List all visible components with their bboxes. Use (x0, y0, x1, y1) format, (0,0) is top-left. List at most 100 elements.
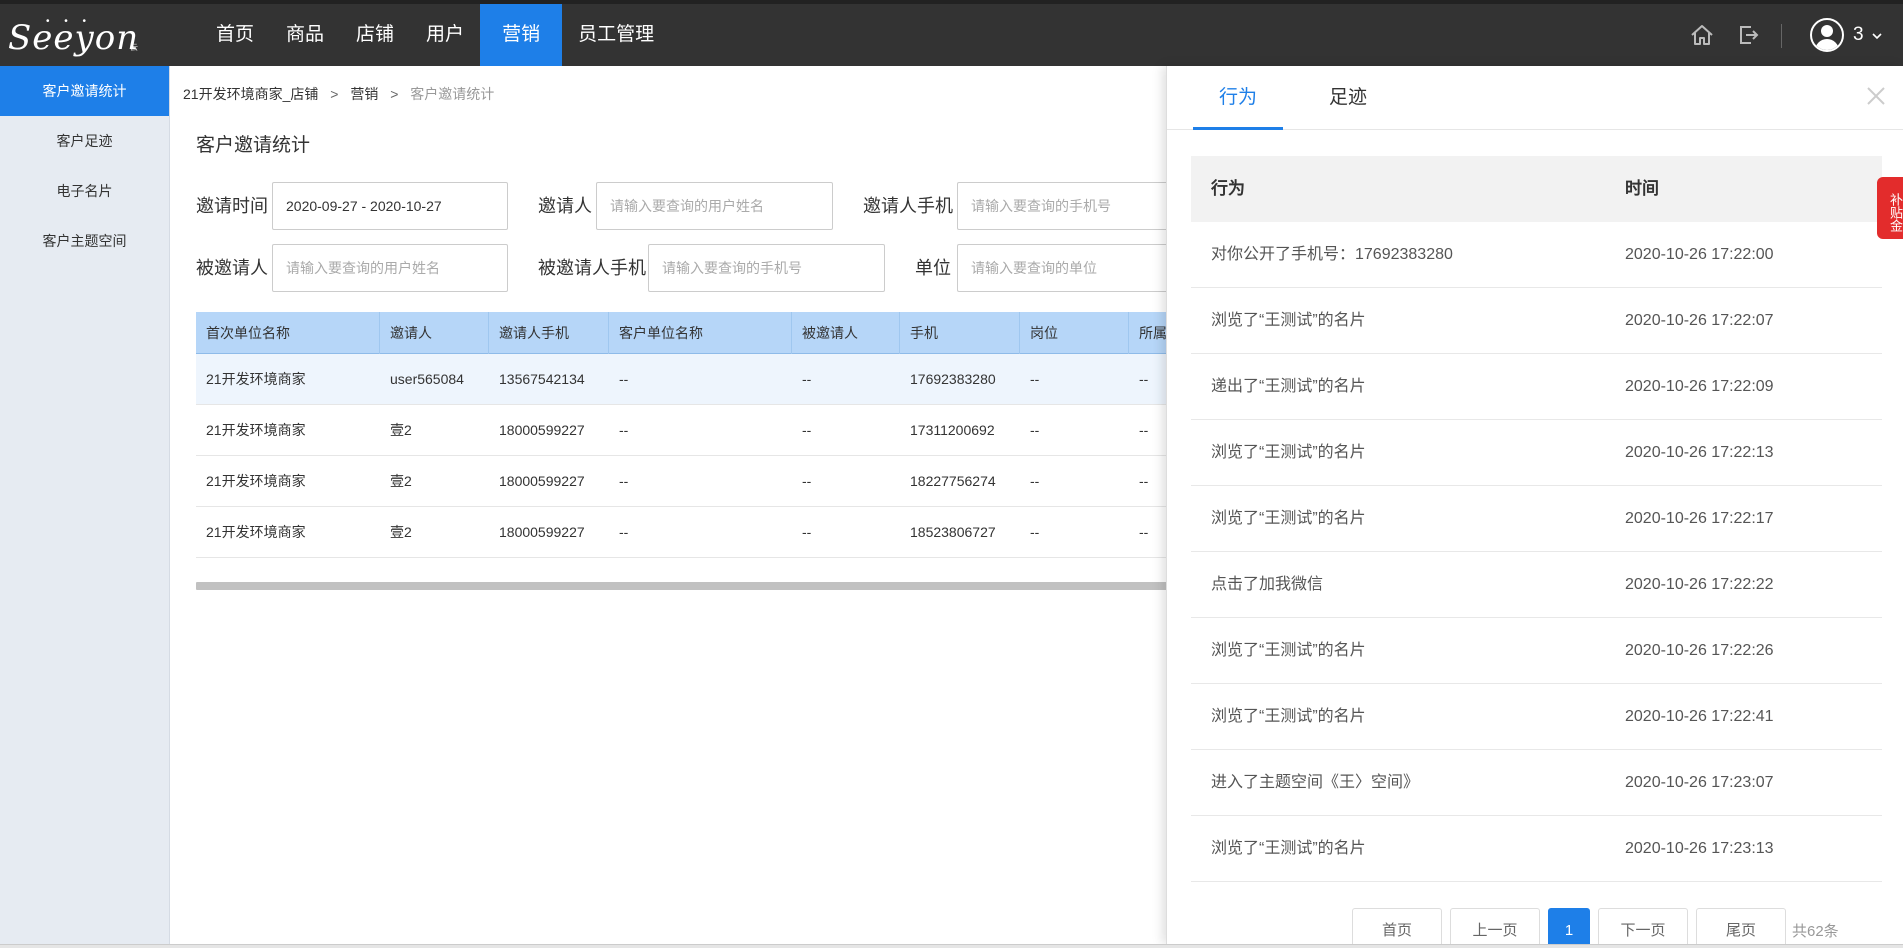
table-cell: -- (1139, 371, 1149, 387)
logout-icon[interactable] (1735, 22, 1761, 48)
column-header[interactable]: 手机 (900, 312, 1020, 354)
inviter-phone-label: 邀请人手机 (863, 196, 953, 216)
home-icon[interactable] (1689, 22, 1715, 48)
breadcrumb-marketing[interactable]: 营销 (350, 86, 378, 102)
table-cell: 21开发环境商家 (206, 422, 306, 438)
sidebar-item-theme-space[interactable]: 客户主题空间 (0, 216, 169, 266)
tab-behavior[interactable]: 行为 (1193, 66, 1283, 130)
invite-time-input[interactable] (272, 182, 508, 230)
table-cell: 17692383280 (910, 371, 996, 387)
column-header[interactable]: 邀请人手机 (489, 312, 609, 354)
behavior-time: 2020-10-26 17:22:22 (1625, 576, 1774, 593)
invitee-input[interactable] (272, 244, 508, 292)
behavior-time: 2020-10-26 17:22:13 (1625, 444, 1774, 461)
sidebar-item-customer-footprint[interactable]: 客户足迹 (0, 116, 169, 166)
total-count: 共62条 (1792, 923, 1839, 940)
table-cell: -- (619, 422, 629, 438)
behavior-text: 浏览了“王测试”的名片 (1211, 708, 1366, 725)
table-row[interactable]: 进入了主题空间《王〉空间》 2020-10-26 17:23:07 (1191, 750, 1882, 816)
table-row[interactable]: 浏览了“王测试”的名片 2020-10-26 17:22:26 (1191, 618, 1882, 684)
last-page-button[interactable]: 尾页 (1696, 908, 1786, 944)
behavior-text: 递出了“王测试”的名片 (1211, 378, 1366, 395)
table-cell: 18000599227 (499, 524, 585, 540)
avatar-icon[interactable] (1810, 18, 1844, 52)
table-cell: -- (802, 422, 812, 438)
table-row[interactable]: 点击了加我微信 2020-10-26 17:22:22 (1191, 552, 1882, 618)
column-header[interactable]: 邀请人 (380, 312, 489, 354)
subsidy-badge[interactable]: 补贴金 (1877, 177, 1903, 239)
behavior-panel: 行为 足迹 行为 时间 对你公开了手机号：17692383280 2020-10… (1166, 66, 1903, 944)
chevron-down-icon[interactable] (1872, 31, 1882, 41)
table-row[interactable]: 21开发环境商家 壹2 18000599227 -- -- 1822775627… (196, 456, 1196, 507)
table-cell: -- (1030, 473, 1040, 489)
table-cell: 壹2 (390, 422, 412, 438)
inviter-phone-input[interactable] (957, 182, 1170, 230)
table-cell: 17311200692 (910, 422, 995, 438)
breadcrumb-chevron-icon: > (330, 86, 339, 102)
table-row[interactable]: 21开发环境商家 user565084 13567542134 -- -- 17… (196, 354, 1196, 405)
nav-home[interactable]: 首页 (200, 4, 270, 66)
table-row[interactable]: 21开发环境商家 壹2 18000599227 -- -- 1731120069… (196, 405, 1196, 456)
top-bar: • • • Seeyon 云 首页 商品 店铺 用户 营销 员工管理 3 (0, 0, 1903, 66)
table-cell: -- (1030, 371, 1040, 387)
column-header[interactable]: 客户单位名称 (609, 312, 792, 354)
prev-page-button[interactable]: 上一页 (1450, 908, 1540, 944)
table-row[interactable]: 浏览了“王测试”的名片 2020-10-26 17:22:07 (1191, 288, 1882, 354)
behavior-text: 浏览了“王测试”的名片 (1211, 444, 1366, 461)
table-row[interactable]: 浏览了“王测试”的名片 2020-10-26 17:22:13 (1191, 420, 1882, 486)
unit-input[interactable] (957, 244, 1170, 292)
breadcrumb-current: 客户邀请统计 (410, 86, 495, 102)
unit-label: 单位 (915, 258, 951, 278)
user-label[interactable]: 3 (1853, 24, 1864, 46)
panel-tabs: 行为 足迹 (1167, 66, 1903, 130)
inviter-input[interactable] (596, 182, 833, 230)
nav-users[interactable]: 用户 (410, 4, 480, 66)
sidebar: 客户邀请统计 客户足迹 电子名片 客户主题空间 (0, 66, 170, 944)
nav-staff[interactable]: 员工管理 (562, 4, 670, 66)
column-header[interactable]: 首次单位名称 (196, 312, 380, 354)
close-icon[interactable] (1864, 84, 1888, 108)
table-row[interactable]: 递出了“王测试”的名片 2020-10-26 17:22:09 (1191, 354, 1882, 420)
table-row[interactable]: 21开发环境商家 壹2 18000599227 -- -- 1852380672… (196, 507, 1196, 558)
table-row[interactable]: 浏览了“王测试”的名片 2020-10-26 17:23:13 (1191, 816, 1882, 882)
table-cell: 13567542134 (499, 371, 585, 387)
inviter-label: 邀请人 (538, 196, 592, 216)
invitee-label: 被邀请人 (196, 258, 268, 278)
table-cell: 21开发环境商家 (206, 473, 306, 489)
behavior-text: 浏览了“王测试”的名片 (1211, 840, 1366, 857)
table-cell: 21开发环境商家 (206, 524, 306, 540)
behavior-time: 2020-10-26 17:22:09 (1625, 378, 1774, 395)
behavior-time: 2020-10-26 17:22:26 (1625, 642, 1774, 659)
behavior-text: 点击了加我微信 (1211, 576, 1324, 593)
table-header: 首次单位名称 邀请人 邀请人手机 客户单位名称 被邀请人 手机 岗位 所属 (196, 312, 1196, 354)
behavior-time: 2020-10-26 17:23:13 (1625, 840, 1774, 857)
behavior-time: 2020-10-26 17:22:00 (1625, 246, 1774, 263)
seeyon-logo[interactable]: • • • Seeyon 云 (8, 16, 148, 58)
nav-store[interactable]: 店铺 (340, 4, 410, 66)
next-page-button[interactable]: 下一页 (1598, 908, 1688, 944)
table-cell: 18000599227 (499, 422, 585, 438)
behavior-time: 2020-10-26 17:22:07 (1625, 312, 1774, 329)
table-cell: -- (802, 371, 812, 387)
column-header[interactable]: 岗位 (1020, 312, 1129, 354)
nav-products[interactable]: 商品 (270, 4, 340, 66)
table-cell: 18227756274 (910, 473, 996, 489)
breadcrumb-store[interactable]: 21开发环境商家_店铺 (183, 86, 318, 102)
nav-marketing[interactable]: 营销 (480, 4, 563, 66)
invitee-phone-input[interactable] (648, 244, 885, 292)
sidebar-item-invite-stats[interactable]: 客户邀请统计 (0, 66, 169, 116)
horizontal-scrollbar[interactable] (196, 582, 1196, 590)
table-cell: -- (619, 371, 629, 387)
table-row[interactable]: 浏览了“王测试”的名片 2020-10-26 17:22:17 (1191, 486, 1882, 552)
first-page-button[interactable]: 首页 (1352, 908, 1442, 944)
column-header: 时间 (1625, 179, 1659, 198)
main-nav: 首页 商品 店铺 用户 营销 员工管理 (200, 4, 670, 66)
column-header[interactable]: 被邀请人 (792, 312, 900, 354)
tab-footprint[interactable]: 足迹 (1303, 66, 1393, 130)
table-row[interactable]: 浏览了“王测试”的名片 2020-10-26 17:22:41 (1191, 684, 1882, 750)
page-button-current[interactable]: 1 (1548, 908, 1590, 944)
table-cell: 18000599227 (499, 473, 585, 489)
table-row[interactable]: 对你公开了手机号：17692383280 2020-10-26 17:22:00 (1191, 222, 1882, 288)
sidebar-item-e-card[interactable]: 电子名片 (0, 166, 169, 216)
table-cell: -- (1030, 422, 1040, 438)
